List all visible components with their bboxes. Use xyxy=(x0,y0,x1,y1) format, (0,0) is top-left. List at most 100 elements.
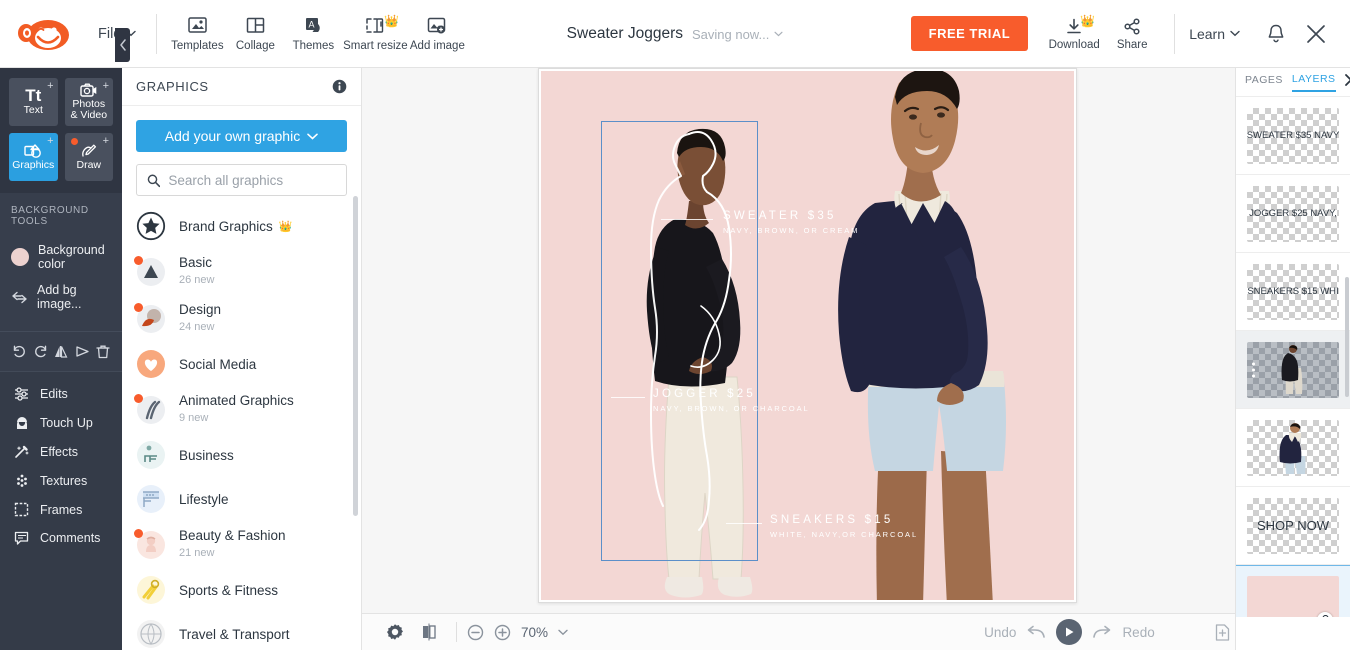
tab-pages[interactable]: PAGES xyxy=(1245,74,1283,91)
info-icon[interactable] xyxy=(332,79,347,94)
tab-layers[interactable]: LAYERS xyxy=(1291,73,1336,92)
collage-button[interactable]: Collage xyxy=(227,14,283,54)
rail-item-touch-up[interactable]: Touch Up xyxy=(0,408,122,437)
add-bg-image-row[interactable]: Add bg image... xyxy=(11,277,111,317)
design-icon xyxy=(134,302,166,334)
category-design[interactable]: Design 24 new xyxy=(134,295,347,342)
canvas-settings-button[interactable] xyxy=(378,617,412,647)
chevron-down-icon xyxy=(558,629,568,635)
topbar-right-group: FREE TRIAL 👑 Download Share Learn xyxy=(910,13,1350,54)
share-button[interactable]: Share xyxy=(1104,16,1160,51)
travel-transport-icon xyxy=(136,619,166,649)
undo-button[interactable] xyxy=(1026,625,1046,640)
document-title[interactable]: Sweater Joggers xyxy=(567,25,683,43)
rail-tile-graphics[interactable]: + Graphics xyxy=(9,133,58,181)
graphics-icon xyxy=(24,143,43,159)
search-graphics-box[interactable] xyxy=(136,164,347,196)
add-image-button[interactable]: Add image xyxy=(409,14,465,54)
graphics-panel-header: GRAPHICS xyxy=(122,68,361,106)
zoom-dropdown-button[interactable] xyxy=(558,629,568,636)
new-badge-dot xyxy=(134,302,143,312)
picmonkey-monkey-logo[interactable] xyxy=(14,14,76,54)
redo-button[interactable] xyxy=(1092,625,1112,640)
learn-menu-button[interactable]: Learn xyxy=(1189,26,1240,42)
download-button[interactable]: 👑 Download xyxy=(1046,14,1102,51)
notifications-button[interactable] xyxy=(1256,14,1296,54)
background-color-row[interactable]: Background color xyxy=(11,237,111,277)
rotate-left-icon[interactable] xyxy=(12,344,27,359)
zoom-in-icon xyxy=(494,624,511,640)
close-layers-panel-button[interactable] xyxy=(1344,74,1350,90)
flip-horizontal-icon[interactable] xyxy=(54,344,69,359)
flip-vertical-icon[interactable] xyxy=(75,344,90,359)
undo-label[interactable]: Undo xyxy=(984,625,1016,640)
add-icon: + xyxy=(102,135,109,147)
rail-tile-draw[interactable]: + Draw xyxy=(64,133,113,181)
new-badge-dot xyxy=(70,138,78,145)
zoom-in-button[interactable] xyxy=(494,624,511,641)
canvas-stage[interactable]: SWEATER $35 NAVY, BROWN, OR CREAM JOGGER… xyxy=(362,68,1235,613)
templates-button[interactable]: Templates xyxy=(169,14,225,54)
saving-status[interactable]: Saving now... xyxy=(692,27,783,42)
category-lifestyle[interactable]: Lifestyle xyxy=(136,477,347,521)
category-business-label: Business xyxy=(179,447,234,463)
canvas-page[interactable]: SWEATER $35 NAVY, BROWN, OR CREAM JOGGER… xyxy=(538,68,1077,603)
divider xyxy=(456,622,457,642)
smart-resize-button[interactable]: 👑 Smart resize xyxy=(343,14,408,54)
category-animated-graphics[interactable]: Animated Graphics 9 new xyxy=(134,386,347,433)
category-business[interactable]: Business xyxy=(136,433,347,477)
rail-item-textures[interactable]: Textures xyxy=(0,466,122,495)
rotate-right-icon[interactable] xyxy=(33,344,48,359)
divider xyxy=(156,13,158,54)
rail-item-comments[interactable]: Comments xyxy=(0,524,122,552)
rail-items-list: Edits Touch Up Effects Textures Frames C… xyxy=(0,371,122,650)
layer-item[interactable]: SNEAKERS $15 WHI xyxy=(1236,253,1350,331)
layer-item[interactable]: SHOP NOW xyxy=(1236,487,1350,565)
zoom-level-label[interactable]: 70% xyxy=(521,625,548,640)
add-your-own-graphic-button[interactable]: Add your own graphic xyxy=(136,120,347,152)
category-basic[interactable]: Basic 26 new xyxy=(134,248,347,295)
layer-item[interactable] xyxy=(1236,331,1350,409)
design-canvas[interactable]: SWEATER $35 NAVY, BROWN, OR CREAM JOGGER… xyxy=(541,71,1074,600)
category-social-media[interactable]: Social Media xyxy=(136,342,347,386)
close-icon xyxy=(1344,74,1350,86)
redo-label[interactable]: Redo xyxy=(1122,625,1154,640)
layers-list[interactable]: SWEATER $35 NAVY JOGGER $25 NAVY, SNEAKE… xyxy=(1236,96,1350,617)
category-brand-graphics[interactable]: Brand Graphics 👑 xyxy=(136,204,347,248)
rail-item-effects[interactable]: Effects xyxy=(0,437,122,466)
chevron-down-icon xyxy=(1230,30,1240,37)
zoom-out-button[interactable] xyxy=(467,624,484,641)
download-label: Download xyxy=(1048,39,1100,51)
category-sports-fitness[interactable]: Sports & Fitness xyxy=(136,568,347,612)
layer-item[interactable]: JOGGER $25 NAVY, xyxy=(1236,175,1350,253)
annotation-jogger-title: JOGGER $25 xyxy=(653,388,756,400)
graphics-panel-scrollbar[interactable] xyxy=(353,196,358,516)
free-trial-button[interactable]: FREE TRIAL xyxy=(910,16,1029,51)
category-travel-transport[interactable]: Travel & Transport xyxy=(136,612,347,650)
themes-button[interactable]: A Themes xyxy=(285,14,341,54)
category-design-label: Design xyxy=(179,302,222,317)
collapse-panel-button[interactable] xyxy=(115,28,130,62)
layer-options-icon[interactable] xyxy=(1252,362,1255,377)
rail-tile-text[interactable]: + Tt Text xyxy=(9,78,58,126)
layer-label: SWEATER $35 NAVY xyxy=(1247,130,1339,141)
lock-icon[interactable] xyxy=(1317,612,1333,617)
layer-item[interactable]: SWEATER $35 NAVY xyxy=(1236,97,1350,175)
trash-icon[interactable] xyxy=(96,344,110,359)
rail-item-frames[interactable]: Frames xyxy=(0,495,122,524)
play-animation-button[interactable] xyxy=(1056,619,1083,645)
layer-item[interactable] xyxy=(1236,409,1350,487)
layer-thumbnail: SNEAKERS $15 WHI xyxy=(1247,263,1339,320)
layers-scrollbar[interactable] xyxy=(1345,277,1349,397)
zoom-out-icon xyxy=(467,624,484,640)
search-input[interactable] xyxy=(168,172,336,188)
rail-tile-photos-video[interactable]: + Photos & Video xyxy=(64,78,113,126)
layer-item-background[interactable] xyxy=(1236,565,1350,617)
annotation-sneakers-subtitle: WHITE, NAVY,OR CHARCOAL xyxy=(770,530,919,539)
new-badge-dot xyxy=(134,528,143,538)
compare-split-button[interactable] xyxy=(412,617,446,647)
close-editor-button[interactable] xyxy=(1296,14,1336,54)
rail-item-edits[interactable]: Edits xyxy=(0,380,122,408)
transform-actions xyxy=(0,332,122,371)
category-beauty-fashion[interactable]: Beauty & Fashion 21 new xyxy=(134,521,347,568)
